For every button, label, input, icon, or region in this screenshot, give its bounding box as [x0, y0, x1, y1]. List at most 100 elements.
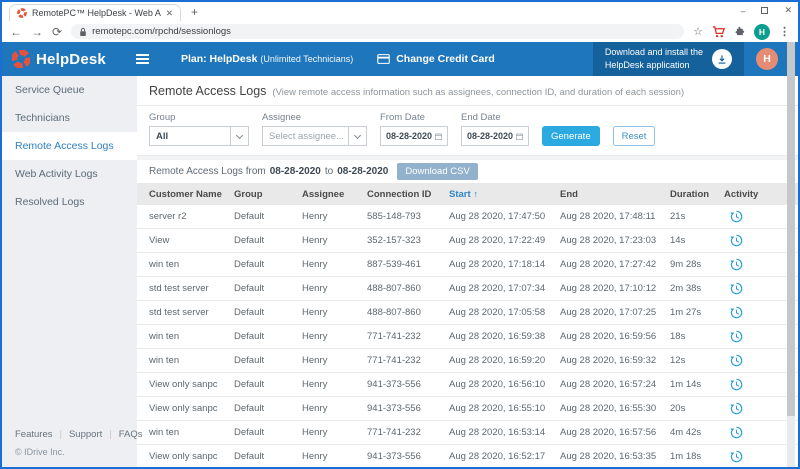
customer-name-cell: std test server [149, 307, 234, 318]
filter-bar: Group All Assignee Select assignee... Fr… [137, 106, 798, 155]
activity-cell [724, 282, 777, 295]
sidebar-item-remote-access-logs[interactable]: Remote Access Logs [2, 132, 137, 160]
page-title-row: Remote Access Logs (View remote access i… [137, 76, 798, 106]
session-history-icon[interactable] [730, 354, 743, 367]
summary-middle: to [325, 166, 333, 177]
chevron-down-icon [348, 127, 366, 145]
features-link[interactable]: Features [15, 429, 53, 440]
col-connection-id[interactable]: Connection ID [367, 189, 449, 200]
change-credit-card-link[interactable]: Change Credit Card [377, 53, 495, 65]
support-link[interactable]: Support [69, 429, 102, 440]
start-cell: Aug 28 2020, 17:22:49 [449, 235, 560, 246]
sidebar-item-technicians[interactable]: Technicians [2, 104, 137, 132]
col-activity[interactable]: Activity [724, 189, 777, 200]
session-history-icon[interactable] [730, 306, 743, 319]
connection-id-cell: 941-373-556 [367, 451, 449, 462]
table-row: win ten Default Henry 771-741-232 Aug 28… [137, 325, 798, 349]
session-history-icon[interactable] [730, 210, 743, 223]
activity-cell [724, 210, 777, 223]
faqs-link[interactable]: FAQs [119, 429, 143, 440]
lock-icon [79, 27, 87, 37]
duration-cell: 4m 42s [670, 427, 724, 438]
sidebar-item-resolved-logs[interactable]: Resolved Logs [2, 188, 137, 216]
account-avatar[interactable]: H [756, 48, 778, 70]
tab-close-icon[interactable]: ✕ [166, 8, 173, 19]
customer-name-cell: server r2 [149, 211, 234, 222]
session-history-icon[interactable] [730, 234, 743, 247]
session-history-icon[interactable] [730, 402, 743, 415]
back-button[interactable]: ← [10, 26, 22, 38]
session-history-icon[interactable] [730, 282, 743, 295]
calendar-icon[interactable] [516, 132, 523, 141]
col-end[interactable]: End [560, 189, 670, 200]
download-button[interactable] [712, 49, 732, 69]
assignee-cell: Henry [302, 451, 367, 462]
cart-extension-icon[interactable] [712, 26, 725, 38]
connection-id-cell: 771-741-232 [367, 331, 449, 342]
hamburger-menu-icon[interactable] [136, 52, 149, 66]
app-header: HelpDesk Plan: HelpDesk (Unlimited Techn… [2, 42, 798, 76]
sort-ascending-icon: ↑ [474, 189, 479, 199]
group-cell: Default [234, 307, 302, 318]
forward-button[interactable]: → [31, 26, 43, 38]
customer-name-cell: View only sanpc [149, 403, 234, 414]
table-header: Customer Name Group Assignee Connection … [137, 183, 798, 205]
col-start-sorted[interactable]: Start↑ [449, 189, 560, 200]
connection-id-cell: 771-741-232 [367, 427, 449, 438]
start-cell: Aug 28 2020, 17:47:50 [449, 211, 560, 222]
session-history-icon[interactable] [730, 426, 743, 439]
end-cell: Aug 28 2020, 16:57:56 [560, 427, 670, 438]
sidebar-item-service-queue[interactable]: Service Queue [2, 76, 137, 104]
duration-cell: 1m 27s [670, 307, 724, 318]
summary-from-date: 08-28-2020 [270, 166, 321, 177]
customer-name-cell: View only sanpc [149, 379, 234, 390]
group-cell: Default [234, 235, 302, 246]
page-body: Service Queue Technicians Remote Access … [2, 76, 798, 467]
group-cell: Default [234, 427, 302, 438]
table-row: std test server Default Henry 488-807-86… [137, 277, 798, 301]
group-cell: Default [234, 283, 302, 294]
end-date-input[interactable]: 08-28-2020 [461, 126, 529, 146]
minimize-button[interactable]: – [740, 6, 745, 16]
scrollbar-thumb[interactable] [787, 42, 795, 416]
new-tab-button[interactable]: + [191, 5, 198, 19]
browser-tab[interactable]: RemotePC™ HelpDesk - Web Act ✕ [9, 4, 181, 21]
browser-menu-icon[interactable]: ⋮ [779, 25, 790, 38]
chevron-down-icon [230, 127, 248, 145]
from-date-input[interactable]: 08-28-2020 [380, 126, 448, 146]
assignee-cell: Henry [302, 355, 367, 366]
start-cell: Aug 28 2020, 17:05:58 [449, 307, 560, 318]
download-csv-button[interactable]: Download CSV [397, 163, 477, 180]
browser-profile-avatar[interactable]: H [754, 24, 770, 40]
col-duration[interactable]: Duration [670, 189, 724, 200]
activity-cell [724, 402, 777, 415]
page-scrollbar[interactable] [787, 42, 795, 467]
group-select[interactable]: All [149, 126, 249, 146]
copyright: © IDrive Inc. [15, 447, 142, 457]
reset-button[interactable]: Reset [613, 126, 656, 146]
lifebuoy-logo-icon [12, 50, 30, 68]
bookmark-star-icon[interactable]: ☆ [693, 25, 703, 38]
helpdesk-logo[interactable]: HelpDesk [12, 50, 106, 68]
session-history-icon[interactable] [730, 258, 743, 271]
url-bar[interactable]: remotepc.com/rpchd/sessionlogs [71, 24, 684, 39]
assignee-cell: Henry [302, 235, 367, 246]
download-app-banner[interactable]: Download and install the HelpDesk applic… [593, 42, 744, 76]
col-group[interactable]: Group [234, 189, 302, 200]
col-customer-name[interactable]: Customer Name [149, 189, 234, 200]
calendar-icon[interactable] [435, 132, 442, 141]
generate-button[interactable]: Generate [542, 126, 600, 146]
connection-id-cell: 887-539-461 [367, 259, 449, 270]
duration-cell: 1m 18s [670, 451, 724, 462]
sidebar-item-web-activity-logs[interactable]: Web Activity Logs [2, 160, 137, 188]
close-window-button[interactable]: ✕ [784, 5, 792, 16]
session-history-icon[interactable] [730, 378, 743, 391]
session-history-icon[interactable] [730, 330, 743, 343]
assignee-select[interactable]: Select assignee... [262, 126, 367, 146]
extensions-puzzle-icon[interactable] [734, 26, 745, 37]
session-history-icon[interactable] [730, 450, 743, 463]
maximize-button[interactable] [761, 7, 768, 14]
col-assignee[interactable]: Assignee [302, 189, 367, 200]
refresh-button[interactable]: ⟳ [52, 26, 62, 38]
assignee-cell: Henry [302, 283, 367, 294]
